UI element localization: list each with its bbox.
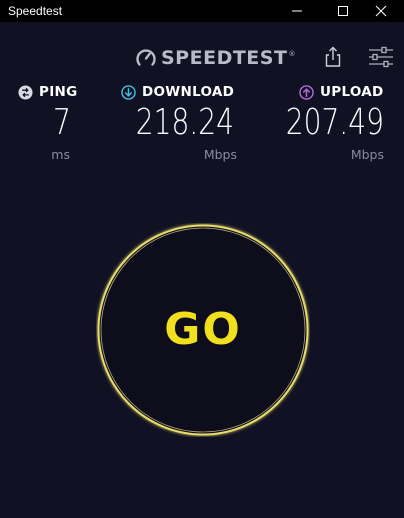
window-title: Speedtest: [8, 4, 63, 18]
maximize-icon: [338, 6, 348, 16]
speedometer-logo-icon: [136, 49, 156, 66]
settings-sliders-icon: [369, 46, 393, 68]
share-button[interactable]: [320, 44, 346, 70]
ping-header: PING: [18, 84, 78, 100]
ping-label: PING: [39, 84, 78, 100]
download-arrow-icon: [121, 84, 136, 100]
speedtest-logo: SPEEDTEST ®: [135, 46, 295, 70]
speedtest-window: Speedtest SPEEDTEST ® PING 7 ms DOWNLOAD…: [0, 0, 404, 518]
minimize-button[interactable]: [274, 0, 320, 22]
share-icon: [325, 46, 341, 67]
ping-unit: ms: [51, 147, 70, 162]
upload-unit: Mbps: [350, 147, 384, 162]
minimize-icon: [292, 10, 302, 12]
logo-trademark: ®: [288, 50, 296, 58]
upload-label: UPLOAD: [320, 84, 384, 100]
ping-value: 7: [53, 102, 71, 143]
close-button[interactable]: [358, 0, 404, 22]
close-icon: [375, 5, 387, 17]
title-bar: Speedtest: [0, 0, 404, 22]
download-value: 218.24: [135, 102, 234, 143]
ping-icon: [18, 84, 33, 100]
upload-header: UPLOAD: [299, 84, 384, 100]
download-header: DOWNLOAD: [121, 84, 234, 100]
download-label: DOWNLOAD: [142, 84, 235, 100]
settings-button[interactable]: [368, 44, 394, 70]
download-unit: Mbps: [203, 147, 237, 162]
go-button[interactable]: GO: [96, 223, 310, 437]
logo-text: SPEEDTEST: [161, 47, 288, 69]
go-label: GO: [164, 304, 242, 355]
upload-value: 207.49: [285, 102, 384, 143]
upload-arrow-icon: [299, 84, 314, 100]
